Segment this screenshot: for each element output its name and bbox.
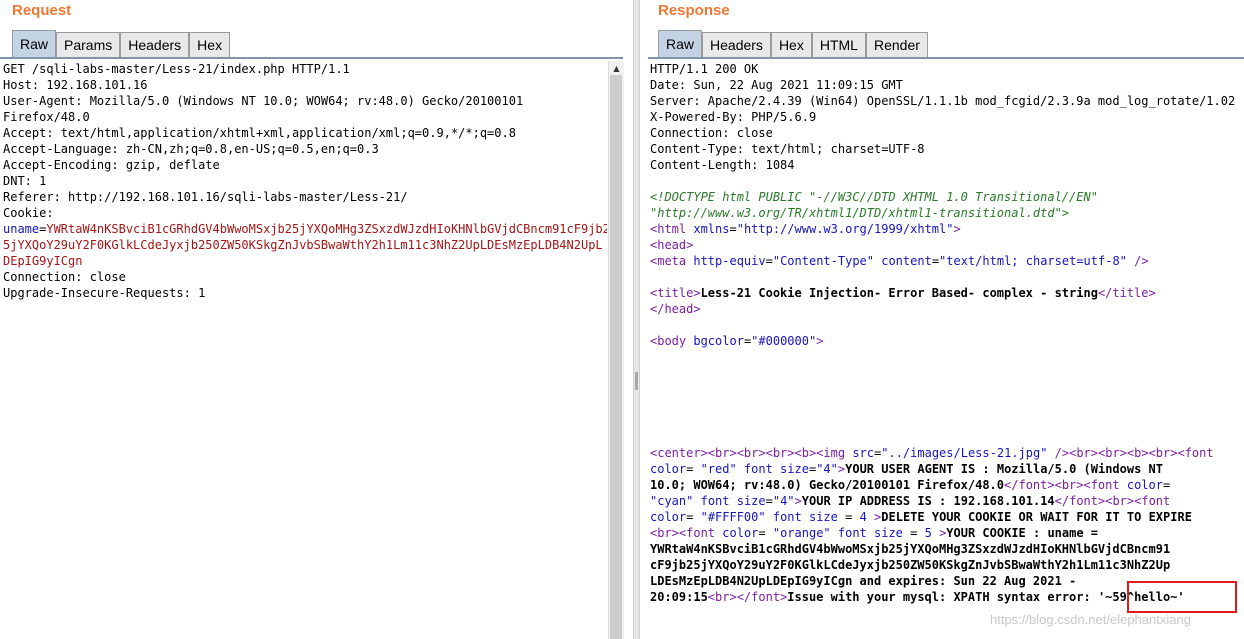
response-editor[interactable]: HTTP/1.1 200 OK Date: Sun, 22 Aug 2021 11… — [650, 61, 1242, 639]
cookie-value: YWRtaW4nKSBvciB1cGRhdGV4bWwoMSxjb25jYXQo… — [46, 222, 607, 236]
ip-text: YOUR IP ADDRESS IS : 192.168.101.14 — [801, 494, 1055, 508]
doctype-line: "http://www.w3.org/TR/xhtml1/DTD/xhtml1-… — [650, 206, 1070, 220]
request-tab-hex[interactable]: Hex — [189, 32, 231, 57]
cookie-value-cont: 5jYXQoY29uY2F0KGlkLCdeJyxjb250ZW50KSkgZn… — [3, 238, 603, 252]
request-line: Host: 192.168.101.16 — [3, 78, 148, 92]
request-line: Referer: http://192.168.101.16/sqli-labs… — [3, 190, 408, 204]
scroll-up-arrow-icon[interactable]: ▲ — [609, 61, 624, 75]
response-tab-headers[interactable]: Headers — [702, 32, 771, 57]
cookie-label-text: YOUR COOKIE : uname = — [946, 526, 1099, 540]
request-line: User-Agent: Mozilla/5.0 (Windows NT 10.0… — [3, 94, 524, 108]
page-title-text: Less-21 Cookie Injection- Error Based- c… — [700, 286, 1098, 300]
html-xmlns: http://www.w3.org/1999/xhtml — [743, 222, 947, 236]
head-open-tag: <head> — [650, 238, 694, 252]
response-tab-underline — [648, 57, 1244, 59]
request-tabs: Raw Params Headers Hex — [12, 30, 231, 57]
ua-line: color= "red" font size="4">YOUR USER AGE… — [650, 462, 1164, 476]
cookie-value-cont: DEpIG9yICgn — [3, 254, 83, 268]
meta-tag-line: <meta http-equiv="Content-Type" content=… — [650, 254, 1149, 268]
cookie-line: <br><font color= "orange" font size = 5 … — [650, 526, 1099, 540]
response-header: X-Powered-By: PHP/5.6.9 — [650, 110, 817, 124]
delete-cookie-text: DELETE YOUR COOKIE OR WAIT FOR IT TO EXP… — [881, 510, 1192, 524]
delete-line: color= "#FFFF00" font size = 4 >DELETE Y… — [650, 510, 1192, 524]
user-agent-text: YOUR USER AGENT IS : Mozilla/5.0 (Window… — [845, 462, 1164, 476]
watermark: https://blog.csdn.net/elephantxiang — [990, 612, 1191, 627]
meta-content: text/html; charset=utf-8 — [946, 254, 1120, 268]
request-tab-headers[interactable]: Headers — [120, 32, 190, 57]
doctype-line: <!DOCTYPE html PUBLIC "-//W3C//DTD XHTML… — [650, 190, 1098, 204]
title-tag-line: <title>Less-21 Cookie Injection- Error B… — [650, 286, 1156, 300]
request-line: Firefox/48.0 — [3, 110, 90, 124]
img-src: ../images/Less-21.jpg — [888, 446, 1041, 460]
response-header: Content-Type: text/html; charset=UTF-8 — [650, 142, 925, 156]
request-line: Upgrade-Insecure-Requests: 1 — [3, 286, 206, 300]
head-close-tag: </head> — [650, 302, 701, 316]
body-bgcolor: #000000 — [758, 334, 809, 348]
request-line: DNT: 1 — [3, 174, 47, 188]
request-pane: Request Raw Params Headers Hex GET /sqli… — [0, 0, 633, 639]
response-tab-hex[interactable]: Hex — [770, 32, 812, 57]
ip-line: "cyan" font size="4">YOUR IP ADDRESS IS … — [650, 494, 1171, 508]
response-header: Content-Length: 1084 — [650, 158, 795, 172]
error-highlight-box — [1127, 581, 1237, 613]
response-pane: Response Raw Headers Hex HTML Render HTT… — [640, 0, 1244, 639]
response-tab-render[interactable]: Render — [865, 32, 928, 57]
request-scrollbar[interactable]: ▲ — [608, 61, 624, 639]
pane-splitter[interactable] — [633, 0, 640, 639]
request-editor[interactable]: GET /sqli-labs-master/Less-21/index.php … — [3, 61, 607, 639]
cookie-value-line: cF9jb25jYXQoY29uY2F0KGlkLCdeJyxjb250ZW50… — [650, 558, 1171, 572]
request-line: Accept: text/html,application/xhtml+xml,… — [3, 126, 516, 140]
request-line: Accept-Language: zh-CN,zh;q=0.8,en-US;q=… — [3, 142, 379, 156]
response-header: Date: Sun, 22 Aug 2021 11:09:15 GMT — [650, 78, 903, 92]
splitter-grip-icon[interactable] — [635, 372, 638, 390]
response-tab-raw[interactable]: Raw — [658, 30, 703, 57]
response-header: HTTP/1.1 200 OK — [650, 62, 759, 76]
response-tabs: Raw Headers Hex HTML Render — [658, 30, 928, 57]
ua-line-2: 10.0; WOW64; rv:48.0) Gecko/20100101 Fir… — [650, 478, 1171, 492]
request-line: GET /sqli-labs-master/Less-21/index.php … — [3, 62, 350, 76]
center-line: <center><br><br><br><b><img src="../imag… — [650, 446, 1214, 460]
html-tag-line: <html xmlns="http://www.w3.org/1999/xhtm… — [650, 222, 961, 236]
response-tab-html[interactable]: HTML — [811, 32, 866, 57]
error-label: Issue with your mysql: XPATH syntax erro… — [787, 590, 1091, 604]
body-tag-line: <body bgcolor="#000000"> — [650, 334, 824, 348]
request-tab-params[interactable]: Params — [56, 32, 121, 57]
cookie-param: uname=YWRtaW4nKSBvciB1cGRhdGV4bWwoMSxjb2… — [3, 221, 607, 237]
request-line: Accept-Encoding: gzip, deflate — [3, 158, 220, 172]
response-header: Connection: close — [650, 126, 773, 140]
request-title: Request — [12, 2, 72, 19]
request-tab-underline — [0, 57, 623, 59]
cookie-value-line: YWRtaW4nKSBvciB1cGRhdGV4bWwoMSxjb25jYXQo… — [650, 542, 1171, 556]
request-scroll-thumb[interactable] — [610, 75, 622, 639]
cookie-key: uname — [3, 222, 40, 236]
request-tab-raw[interactable]: Raw — [12, 30, 57, 57]
response-header: Server: Apache/2.4.39 (Win64) OpenSSL/1.… — [650, 94, 1236, 108]
response-title: Response — [658, 2, 730, 19]
request-line: Connection: close — [3, 270, 126, 284]
request-line: Cookie: — [3, 206, 54, 220]
